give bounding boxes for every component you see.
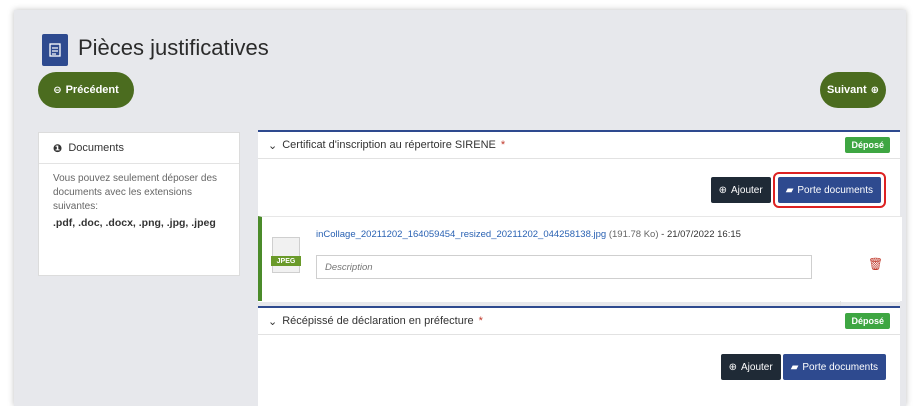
portfolio-label: Porte documents bbox=[797, 184, 873, 196]
section-actions: ⊕ Ajouter ▰ Porte documents bbox=[720, 354, 886, 380]
next-button[interactable]: Suivant ⊕ bbox=[820, 72, 886, 108]
document-icon bbox=[42, 34, 68, 66]
required-mark: * bbox=[478, 315, 483, 327]
section-actions: ⊕ Ajouter ▰ Porte documents bbox=[710, 172, 886, 208]
jpeg-file-icon: JPEG bbox=[271, 237, 301, 273]
previous-label: Précédent bbox=[65, 84, 119, 96]
plus-circle-icon: ⊕ bbox=[728, 361, 737, 373]
highlight-box: ▰ Porte documents bbox=[772, 172, 886, 208]
file-size: (191.78 Ko) bbox=[608, 229, 659, 240]
circle-arrow-left-icon: ⊖ bbox=[53, 84, 62, 96]
allowed-extensions: .pdf, .doc, .docx, .png, .jpg, .jpeg bbox=[53, 217, 216, 229]
file-name[interactable]: inCollage_20211202_164059454_resized_202… bbox=[316, 229, 606, 240]
file-date: - 21/07/2022 16:15 bbox=[661, 229, 741, 240]
next-label: Suivant bbox=[826, 84, 867, 96]
add-button[interactable]: ⊕ Ajouter bbox=[710, 177, 771, 203]
info-text: Vous pouvez seulement déposer des docume… bbox=[53, 173, 217, 212]
plus-circle-icon: ⊕ bbox=[718, 184, 727, 196]
add-label: Ajouter bbox=[741, 361, 773, 373]
section-title: Certificat d'inscription au répertoire S… bbox=[282, 139, 496, 151]
description-input[interactable] bbox=[316, 255, 812, 279]
app-frame: Pièces justificatives ⊖ Précédent Suivan… bbox=[14, 10, 906, 406]
status-badge: Déposé bbox=[845, 137, 890, 153]
file-type-tag: JPEG bbox=[271, 256, 301, 266]
page-title: Pièces justificatives bbox=[78, 35, 269, 60]
uploaded-file-row: JPEG inCollage_20211202_164059454_resize… bbox=[258, 216, 902, 385]
add-label: Ajouter bbox=[731, 184, 763, 196]
trash-icon[interactable]: 🗑 bbox=[868, 257, 883, 271]
circle-arrow-right-icon: ⊕ bbox=[870, 84, 880, 96]
chevron-circle-down-icon[interactable]: ⌄ bbox=[268, 139, 277, 152]
portfolio-button[interactable]: ▰ Porte documents bbox=[782, 354, 886, 380]
required-mark: * bbox=[500, 139, 506, 151]
section-header: ⌄ Récépissé de déclaration en préfecture… bbox=[258, 308, 900, 335]
document-section-prefecture: ⌄ Récépissé de déclaration en préfecture… bbox=[258, 306, 900, 406]
info-heading: ❶ Documents bbox=[39, 133, 239, 164]
status-badge: Déposé bbox=[845, 313, 890, 329]
chevron-circle-down-icon[interactable]: ⌄ bbox=[268, 315, 277, 328]
info-body: Vous pouvez seulement déposer des docume… bbox=[39, 164, 239, 238]
info-circle-icon: ❶ bbox=[53, 142, 63, 155]
add-button[interactable]: ⊕ Ajouter bbox=[720, 354, 781, 380]
file-link[interactable]: inCollage_20211202_164059454_resized_202… bbox=[316, 229, 741, 240]
section-title: Récépissé de déclaration en préfecture bbox=[282, 315, 474, 327]
portfolio-button[interactable]: ▰ Porte documents bbox=[777, 177, 881, 203]
previous-button[interactable]: ⊖ Précédent bbox=[38, 72, 134, 108]
briefcase-icon: ▰ bbox=[785, 184, 794, 196]
documents-info-panel: ❶ Documents Vous pouvez seulement dépose… bbox=[38, 132, 240, 276]
section-header: ⌄ Certificat d'inscription au répertoire… bbox=[258, 132, 900, 159]
portfolio-label: Porte documents bbox=[802, 361, 878, 373]
info-heading-text: Documents bbox=[68, 142, 124, 154]
briefcase-icon: ▰ bbox=[790, 361, 799, 373]
document-section-sirene: ⌄ Certificat d'inscription au répertoire… bbox=[258, 130, 902, 385]
